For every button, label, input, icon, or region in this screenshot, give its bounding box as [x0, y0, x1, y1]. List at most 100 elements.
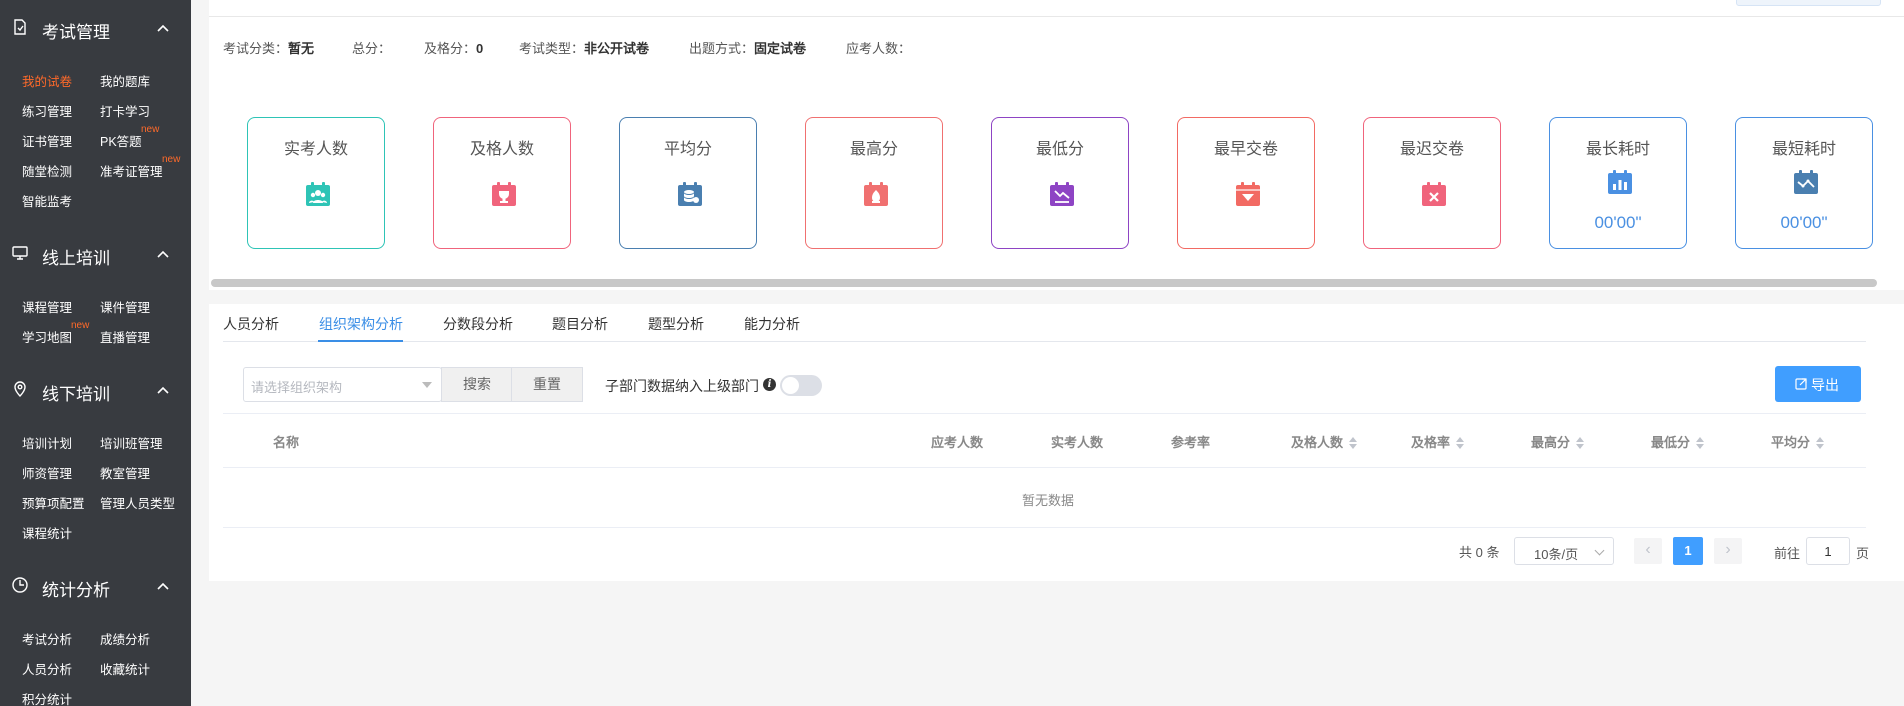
column-header-label: 及格人数 — [1291, 435, 1344, 450]
sort-icon[interactable] — [1349, 437, 1358, 450]
sidebar-item-budget[interactable]: 预算项配置 — [22, 493, 85, 512]
sort-icon[interactable] — [1576, 437, 1585, 450]
goto-page-input[interactable] — [1806, 537, 1850, 565]
info-type-value: 非公开试卷 — [584, 41, 650, 56]
info-category: 考试分类：暂无 — [223, 38, 314, 57]
new-badge: new — [141, 124, 160, 135]
sidebar-item-courses[interactable]: 课程管理 — [22, 297, 72, 316]
sidebar-item-exam-analysis[interactable]: 考试分析 — [22, 629, 72, 648]
location-icon — [14, 381, 26, 397]
new-badge: new — [162, 154, 181, 165]
sidebar-item-class-mgmt[interactable]: 培训班管理 — [100, 433, 163, 452]
column-header-max-score[interactable]: 最高分 — [1531, 432, 1585, 451]
column-header-pass-count[interactable]: 及格人数 — [1291, 432, 1358, 451]
chevron-up-icon[interactable] — [156, 247, 170, 261]
page-size-label: 10条/页 — [1534, 547, 1579, 562]
clock-icon — [12, 577, 28, 593]
tab-org-analysis[interactable]: 组织架构分析 — [319, 314, 403, 334]
sidebar-section-title: 统计分析 — [42, 581, 110, 600]
close-icon — [1422, 182, 1446, 206]
database-icon — [678, 182, 702, 206]
search-button[interactable]: 搜索 — [441, 367, 513, 402]
next-page-button[interactable]: › — [1714, 538, 1742, 564]
stat-value: 00'00" — [1780, 213, 1828, 232]
column-header-actual: 实考人数 — [1051, 435, 1104, 450]
stat-label: 最迟交卷 — [1399, 141, 1464, 158]
column-header-avg-score[interactable]: 平均分 — [1771, 432, 1825, 451]
sort-icon[interactable] — [1816, 437, 1825, 450]
tab-score-band-analysis[interactable]: 分数段分析 — [443, 314, 513, 334]
sidebar-item-learning-map[interactable]: 学习地图 — [22, 327, 72, 346]
goto-label: 前往 — [1774, 546, 1801, 561]
sidebar-item-live[interactable]: 直播管理 — [100, 327, 150, 346]
tab-question-analysis[interactable]: 题目分析 — [552, 314, 608, 334]
sub-dept-toggle[interactable] — [780, 375, 822, 396]
sort-icon[interactable] — [1456, 437, 1465, 450]
fire-icon — [864, 182, 888, 206]
info-total-label: 总分： — [352, 41, 392, 56]
sidebar-section-title: 线下培训 — [42, 385, 110, 404]
sidebar-item-certificate[interactable]: 证书管理 — [22, 131, 72, 150]
sidebar-item-points[interactable]: 积分统计 — [22, 689, 72, 706]
stat-card-actual-count: 实考人数 — [247, 117, 385, 249]
sidebar-section-header-exam[interactable]: 考试管理 — [0, 11, 191, 45]
sidebar-item-pk[interactable]: PK答题 — [100, 131, 142, 150]
chevron-up-icon[interactable] — [156, 383, 170, 397]
active-tab-indicator — [318, 340, 403, 342]
table-top-line — [223, 413, 1866, 414]
sidebar-section-header-stats[interactable]: 统计分析 — [0, 569, 191, 603]
sidebar-item-favorites[interactable]: 收藏统计 — [100, 659, 150, 678]
tab-question-type-analysis[interactable]: 题型分析 — [648, 314, 704, 334]
org-select[interactable]: 请选择组织架构 — [243, 367, 442, 402]
sidebar-item-training-plan[interactable]: 培训计划 — [22, 433, 72, 452]
export-button[interactable]: 导出 — [1775, 366, 1861, 402]
sidebar-item-my-papers[interactable]: 我的试卷 — [22, 71, 72, 90]
stat-label: 最短耗时 — [1771, 141, 1836, 158]
sidebar-item-admission[interactable]: 准考证管理 — [100, 161, 163, 180]
sidebar-item-my-bank[interactable]: 我的题库 — [100, 71, 150, 90]
monitor-icon — [12, 246, 28, 260]
top-action-button[interactable] — [1736, 0, 1881, 6]
sidebar-item-score-analysis[interactable]: 成绩分析 — [100, 629, 150, 648]
sidebar-item-practice[interactable]: 练习管理 — [22, 101, 72, 120]
sidebar-item-teachers[interactable]: 师资管理 — [22, 463, 72, 482]
page-size-select[interactable]: 10条/页 — [1514, 537, 1614, 565]
stat-card-earliest-submit: 最早交卷 — [1177, 117, 1315, 249]
page-1-button[interactable]: 1 — [1673, 537, 1703, 565]
sub-dept-label: 子部门数据纳入上级部门 — [605, 378, 759, 394]
info-icon[interactable]: i — [763, 378, 776, 391]
bar-chart-icon — [1608, 170, 1632, 194]
sidebar-section-header-online[interactable]: 线上培训 — [0, 237, 191, 271]
sidebar-item-classrooms[interactable]: 教室管理 — [100, 463, 150, 482]
sidebar-item-courseware[interactable]: 课件管理 — [100, 297, 150, 316]
column-header-name: 名称 — [273, 435, 300, 450]
column-header-min-score[interactable]: 最低分 — [1651, 432, 1705, 451]
prev-page-button[interactable]: ‹ — [1634, 538, 1662, 564]
horizontal-scrollbar[interactable] — [211, 279, 1877, 287]
sidebar-item-quiz[interactable]: 随堂检测 — [22, 161, 72, 180]
export-icon — [1795, 378, 1807, 390]
reset-button[interactable]: 重置 — [511, 367, 583, 402]
chevron-down-icon — [1594, 545, 1605, 556]
sidebar-section-header-offline[interactable]: 线下培训 — [0, 373, 191, 407]
tab-people-analysis[interactable]: 人员分析 — [223, 314, 279, 334]
info-expected-label: 应考人数： — [846, 41, 912, 56]
info-method-label: 出题方式： — [689, 41, 755, 56]
tab-ability-analysis[interactable]: 能力分析 — [744, 314, 800, 334]
info-method-value: 固定试卷 — [754, 41, 807, 56]
chevron-up-icon[interactable] — [156, 21, 170, 35]
stat-card-longest-time: 最长耗时 00'00" — [1549, 117, 1687, 249]
stat-label: 最长耗时 — [1585, 141, 1650, 158]
sidebar-item-people-analysis[interactable]: 人员分析 — [22, 659, 72, 678]
sidebar-item-proctor[interactable]: 智能监考 — [22, 191, 72, 210]
stat-label: 最低分 — [1035, 141, 1084, 158]
stat-card-min-score: 最低分 — [991, 117, 1129, 249]
sidebar-item-course-stats[interactable]: 课程统计 — [22, 523, 72, 542]
sidebar-item-manager-types[interactable]: 管理人员类型 — [100, 493, 175, 512]
sidebar-item-checkin[interactable]: 打卡学习 — [100, 101, 150, 120]
stat-card-shortest-time: 最短耗时 00'00" — [1735, 117, 1873, 249]
column-header-pass-rate[interactable]: 及格率 — [1411, 432, 1465, 451]
chevron-up-icon[interactable] — [156, 579, 170, 593]
sidebar-section-title: 考试管理 — [42, 23, 110, 42]
sort-icon[interactable] — [1696, 437, 1705, 450]
